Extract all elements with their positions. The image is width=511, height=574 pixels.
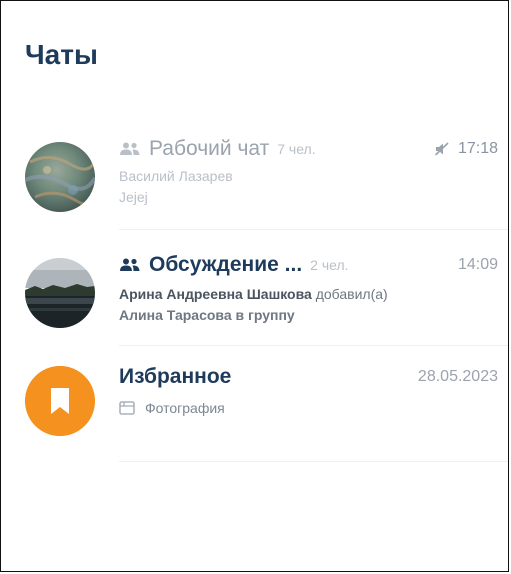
last-message: Jejej: [119, 189, 148, 205]
chat-time: 14:09: [457, 256, 498, 273]
chat-time: 28.05.2023: [417, 368, 498, 385]
members-count: 2 чел.: [310, 257, 349, 273]
members-count: 7 чел.: [277, 141, 316, 157]
avatar: [25, 142, 95, 212]
page-title: Чаты: [25, 39, 98, 70]
chat-item-discussion[interactable]: Обсуждение ... 2 чел. 14:09 Арина Андрее…: [1, 230, 508, 346]
chat-name: Рабочий чат: [149, 137, 270, 160]
divider: [119, 461, 508, 462]
chat-name: Избранное: [119, 365, 232, 388]
avatar: [25, 258, 95, 328]
people-icon: [119, 141, 141, 157]
people-icon: [119, 257, 141, 273]
chat-item-favorites[interactable]: Избранное 28.05.2023 Фотография: [1, 346, 508, 462]
chat-time: 17:18: [457, 140, 498, 157]
mute-icon: [434, 141, 450, 157]
chat-name: Обсуждение ...: [149, 253, 303, 276]
message-preview: Фотография: [145, 400, 225, 416]
chat-item-work[interactable]: Рабочий чат 7 чел. 17:18 Василий Лазарев…: [1, 114, 508, 230]
last-message: Арина Андреевна Шашкова добавил(а) Алина…: [119, 284, 498, 326]
message-action: добавил(а): [311, 286, 388, 302]
message-actor: Арина Андреевна Шашкова: [119, 286, 312, 302]
last-sender: Василий Лазарев: [119, 168, 233, 184]
chat-list-screen: Чаты Рабочий чат 7 чел. 17:18 Василий Ла…: [0, 0, 509, 572]
photo-icon: [119, 401, 135, 415]
last-message: Фотография: [119, 400, 225, 416]
bookmark-icon: [25, 366, 95, 436]
message-line2: Алина Тарасова в группу: [119, 307, 295, 323]
avatar: [25, 366, 95, 436]
